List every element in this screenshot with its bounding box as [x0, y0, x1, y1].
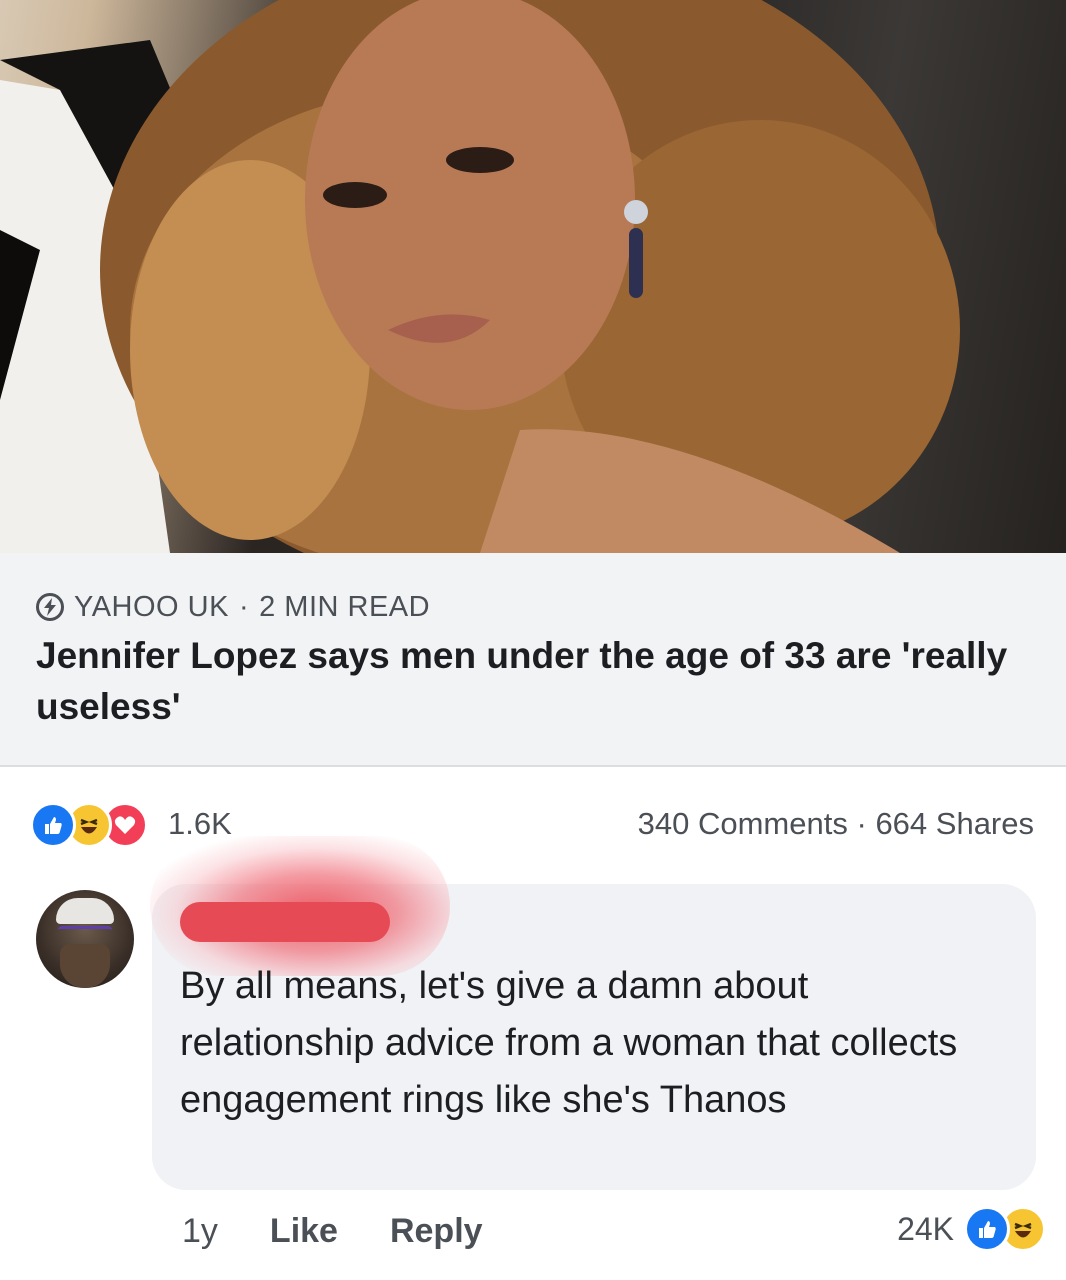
article-photo[interactable]: [0, 0, 1066, 553]
comment-text: By all means, let's give a damn about re…: [180, 965, 958, 1121]
like-icon: [964, 1206, 1010, 1252]
post-reactions-bar: 1.6K 340 Comments · 664 Shares: [0, 790, 1066, 856]
comment-actions: 1y Like Reply: [182, 1206, 483, 1256]
comment-reactions[interactable]: 24K: [897, 1204, 1046, 1254]
engagement-summary: 340 Comments · 664 Shares: [638, 806, 1034, 842]
link-source: YAHOO UK: [74, 590, 229, 623]
comment-author-name[interactable]: [180, 902, 390, 942]
reply-button[interactable]: Reply: [390, 1212, 483, 1251]
like-button[interactable]: Like: [270, 1212, 338, 1251]
comments-count[interactable]: 340 Comments: [638, 806, 848, 841]
read-time: 2 MIN READ: [259, 590, 431, 623]
engagement-separator: ·: [856, 806, 867, 841]
article-headline[interactable]: Jennifer Lopez says men under the age of…: [36, 630, 1036, 732]
reaction-icons[interactable]: [30, 802, 148, 848]
avatar[interactable]: [36, 890, 134, 988]
comment-timestamp[interactable]: 1y: [182, 1212, 218, 1251]
comment-reaction-count: 24K: [897, 1210, 954, 1247]
like-icon: [30, 802, 76, 848]
link-source-row: YAHOO UK · 2 MIN READ: [36, 590, 430, 624]
source-separator: ·: [238, 590, 250, 623]
bolt-icon: [36, 593, 64, 621]
shares-count[interactable]: 664 Shares: [875, 806, 1034, 841]
portrait-illustration: [0, 0, 960, 553]
